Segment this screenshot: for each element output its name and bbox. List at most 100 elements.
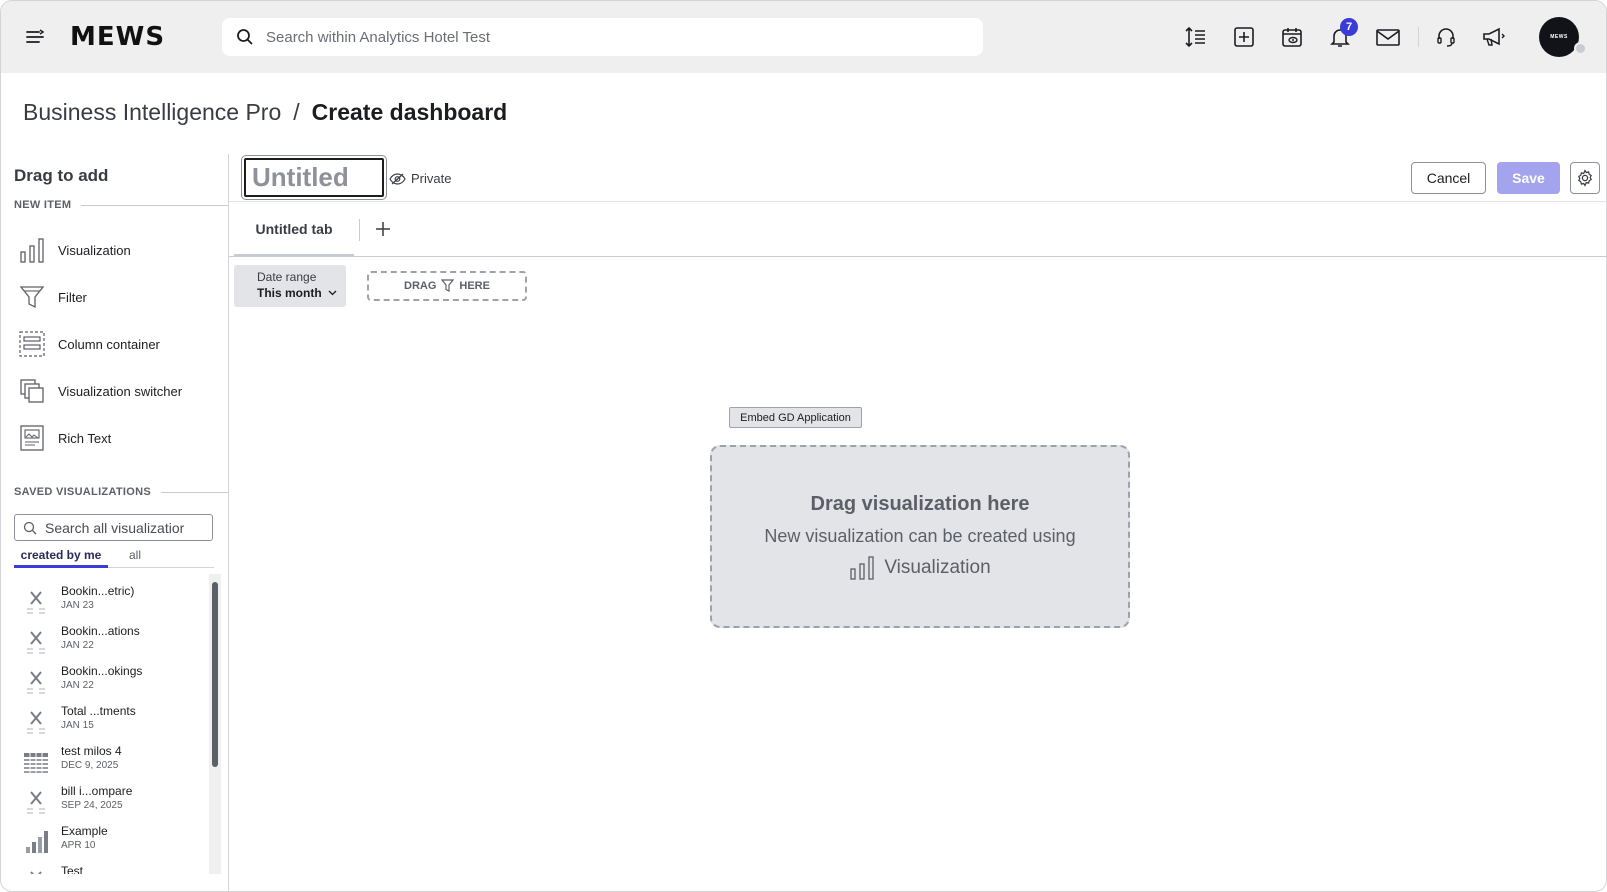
tab-all[interactable]: all [129, 548, 141, 568]
item-date: JAN 22 [61, 640, 94, 651]
saved-header-label: SAVED VISUALIZATIONS [14, 486, 151, 498]
list-item[interactable]: Test [19, 864, 204, 874]
item-name: bill i...ompare [61, 784, 133, 798]
cancel-button[interactable]: Cancel [1411, 162, 1486, 194]
saved-visualizations-header: SAVED VISUALIZATIONS [14, 486, 228, 498]
add-tab-button[interactable] [372, 217, 394, 241]
dropzone-title: Drag visualization here [810, 492, 1030, 515]
page-title: Create dashboard [311, 99, 508, 125]
tooltip: Embed GD Application [729, 407, 862, 428]
new-item-header: NEW ITEM [14, 199, 228, 211]
list-item[interactable]: test milos 4 DEC 9, 2025 [19, 744, 204, 783]
item-date: JAN 22 [61, 680, 94, 691]
rich-text-icon [17, 423, 47, 453]
headline-icon [19, 786, 53, 818]
dashboard-title-input[interactable]: Untitled [241, 155, 387, 200]
tab-separator [359, 219, 360, 241]
saved-visualizations-list: Bookin...etric) JAN 23 Bookin...ations JAN… [1, 574, 209, 874]
column-container-icon [17, 329, 47, 359]
tabs-divider [229, 256, 1606, 257]
item-name: Test [61, 864, 84, 874]
user-avatar[interactable]: MEWS [1539, 17, 1579, 57]
funnel-icon [17, 282, 47, 312]
new-item-column-container[interactable]: Column container [17, 326, 217, 362]
search-icon [237, 29, 253, 45]
dropzone-link-label: Visualization [884, 556, 991, 578]
list-item[interactable]: Example APR 10 [19, 824, 204, 863]
item-name: Bookin...ations [61, 624, 140, 638]
header-divider [229, 201, 1606, 202]
headline-icon [19, 586, 53, 618]
mail-icon[interactable] [1374, 23, 1402, 51]
date-range-value: This month [257, 286, 322, 300]
drag-panel: Drag to add NEW ITEM Visualization Filte… [1, 154, 229, 891]
list-item[interactable]: Bookin...etric) JAN 23 [19, 584, 204, 623]
funnel-icon [441, 279, 455, 292]
new-item-header-label: NEW ITEM [14, 199, 72, 211]
new-item-label: Visualization [58, 242, 131, 258]
breadcrumb-parent[interactable]: Business Intelligence Pro [23, 99, 281, 126]
saved-search-input[interactable]: Search all visualizatior [14, 514, 213, 541]
privacy-toggle[interactable]: Private [389, 171, 451, 186]
privacy-label: Private [411, 171, 452, 186]
item-date: DEC 9, 2025 [61, 760, 119, 771]
list-item[interactable]: bill i...ompare SEP 24, 2025 [19, 784, 204, 823]
scrollbar-thumb[interactable] [212, 582, 218, 767]
top-bar: MEWS Search within Analytics Hotel Test … [1, 1, 1606, 73]
list-item[interactable]: Bookin...ations JAN 22 [19, 624, 204, 663]
dropzone-subtitle: New visualization can be created using [764, 525, 1076, 546]
megaphone-icon[interactable] [1480, 23, 1508, 51]
sort-icon[interactable] [1182, 23, 1210, 51]
item-name: test milos 4 [61, 744, 122, 758]
stacked-cards-icon [17, 376, 47, 406]
breadcrumb-separator: / [293, 99, 300, 125]
search-icon [23, 521, 37, 534]
dropzone-visualization-link[interactable]: Visualization [849, 555, 991, 581]
search-placeholder: Search within Analytics Hotel Test [266, 28, 490, 46]
eye-off-icon [389, 172, 406, 185]
settings-button[interactable] [1570, 162, 1600, 194]
headline-icon [19, 666, 53, 698]
item-name: Bookin...etric) [61, 584, 135, 598]
app-logo[interactable]: MEWS [70, 22, 165, 52]
drag-label-right: HERE [459, 280, 490, 292]
toolbar-divider [1418, 27, 1419, 47]
new-item-visualization[interactable]: Visualization [17, 232, 217, 268]
calendar-view-icon[interactable] [1278, 23, 1306, 51]
list-item[interactable]: Total ...tments JAN 15 [19, 704, 204, 743]
menu-icon[interactable] [25, 27, 45, 47]
new-item-visualization-switcher[interactable]: Visualization switcher [17, 373, 217, 409]
status-indicator [1574, 42, 1587, 55]
app-window: MEWS Search within Analytics Hotel Test … [0, 0, 1607, 892]
item-date: JAN 23 [61, 600, 94, 611]
headline-icon [19, 626, 53, 658]
date-range-filter[interactable]: Date range This month [234, 265, 346, 307]
visualization-drop-zone[interactable]: Drag visualization here New visualizatio… [710, 445, 1130, 628]
tab-untitled[interactable]: Untitled tab [234, 204, 354, 256]
add-icon[interactable] [1230, 23, 1258, 51]
new-item-filter[interactable]: Filter [17, 279, 217, 315]
save-button[interactable]: Save [1497, 162, 1560, 194]
avatar-text: MEWS [1550, 34, 1568, 40]
headline-icon [19, 706, 53, 738]
item-name: Bookin...okings [61, 664, 143, 678]
new-item-rich-text[interactable]: Rich Text [17, 420, 217, 456]
breadcrumb: Business Intelligence Pro / Create dashb… [23, 99, 507, 126]
new-item-label: Column container [58, 336, 160, 352]
headline-icon [19, 866, 53, 874]
bar-chart-icon [17, 235, 47, 265]
column-chart-icon [19, 826, 53, 858]
date-range-label: Date range [257, 270, 317, 284]
table-icon [19, 746, 53, 778]
gear-icon [1578, 169, 1592, 187]
headset-icon[interactable] [1432, 23, 1460, 51]
plus-icon [376, 222, 390, 236]
item-date: APR 10 [61, 840, 96, 851]
filter-drop-target[interactable]: DRAG HERE [367, 271, 527, 301]
list-item[interactable]: Bookin...okings JAN 22 [19, 664, 204, 703]
tab-created-by-me[interactable]: created by me [14, 548, 108, 568]
global-search-input[interactable]: Search within Analytics Hotel Test [222, 18, 983, 56]
item-name: Example [61, 824, 108, 838]
saved-tabs: created by me all [14, 548, 214, 568]
list-scrollbar[interactable] [209, 574, 221, 874]
